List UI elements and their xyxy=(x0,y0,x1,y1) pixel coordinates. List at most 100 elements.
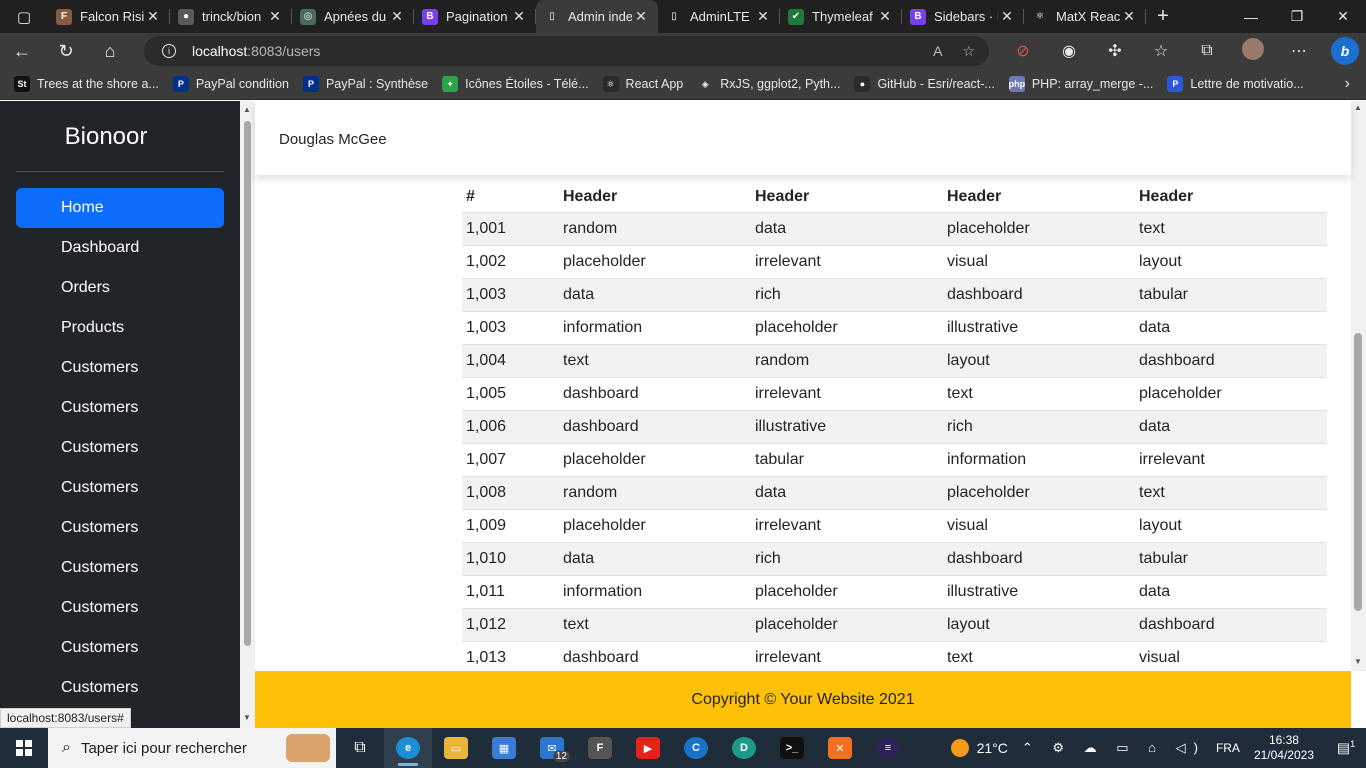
task-view-icon[interactable]: ⧉ xyxy=(336,728,384,768)
table-cell: 1,013 xyxy=(462,641,559,671)
browser-tab[interactable]: B Pagination ✕ xyxy=(414,0,536,33)
edge-taskbar-icon[interactable]: e xyxy=(384,728,432,768)
table-cell: dashboard xyxy=(559,377,751,411)
browser-tab[interactable]: ✔ Thymeleaf ✕ xyxy=(780,0,902,33)
tab-close-icon[interactable]: ✕ xyxy=(754,8,772,25)
tab-close-icon[interactable]: ✕ xyxy=(1120,8,1138,25)
read-aloud-icon[interactable]: A xyxy=(933,43,942,60)
table-cell: data xyxy=(559,278,751,312)
url-host: localhost xyxy=(192,43,248,59)
browser-tab[interactable]: ⚛ MatX Reac ✕ xyxy=(1024,0,1146,33)
bookmark-item[interactable]: ◈ RxJS, ggplot2, Pyth... xyxy=(697,76,840,92)
browser-tab[interactable]: B Sidebars · E✕ xyxy=(902,0,1024,33)
start-button[interactable] xyxy=(0,728,48,768)
page-scroll-up-icon[interactable]: ▲ xyxy=(1354,103,1362,112)
sidebar-item-dashboard[interactable]: Dashboard xyxy=(16,228,224,268)
bookmark-item[interactable]: P PayPal condition xyxy=(172,76,289,92)
favorites-icon[interactable]: ☆ xyxy=(1138,41,1184,61)
bookmark-label: PayPal : Synthèse xyxy=(325,77,429,91)
sidebar-scrollbar[interactable]: ▲ ▼ xyxy=(240,101,255,728)
browser-tab[interactable]: ◎ Apnées du ✕ xyxy=(292,0,414,33)
sidebar-item-customers[interactable]: Customers xyxy=(16,548,224,588)
table-cell: tabular xyxy=(1135,278,1327,312)
tab-close-icon[interactable]: ✕ xyxy=(998,8,1016,25)
add-favorite-icon[interactable]: ☆ xyxy=(962,43,975,60)
sidebar-item-customers[interactable]: Customers xyxy=(16,468,224,508)
app-f-icon[interactable]: F xyxy=(576,728,624,768)
xampp-icon[interactable]: ✕ xyxy=(816,728,864,768)
home-icon[interactable]: ⌂ xyxy=(88,33,132,69)
sidebar-item-orders[interactable]: Orders xyxy=(16,268,224,308)
clock[interactable]: 16:38 21/04/2023 xyxy=(1254,733,1314,763)
bookmarks-overflow-icon[interactable]: › xyxy=(1345,75,1350,93)
url-input[interactable]: i localhost:8083/users A ☆ xyxy=(144,36,989,66)
bookmark-item[interactable]: ⚛ React App xyxy=(602,76,683,92)
tab-close-icon[interactable]: ✕ xyxy=(388,8,406,25)
sidebar-item-customers[interactable]: Customers xyxy=(16,588,224,628)
sidebar-item-home[interactable]: Home xyxy=(16,188,224,228)
tab-label: Apnées du xyxy=(324,9,387,24)
scroll-up-icon[interactable]: ▲ xyxy=(243,105,251,114)
c-app-icon[interactable]: C xyxy=(672,728,720,768)
weather-widget[interactable]: 21°C xyxy=(950,739,1008,757)
bing-icon[interactable]: b xyxy=(1322,37,1366,65)
back-icon[interactable]: ← xyxy=(0,33,44,69)
page-scroll-down-icon[interactable]: ▼ xyxy=(1354,657,1362,666)
eclipse-icon[interactable]: ≡ xyxy=(864,728,912,768)
user-name[interactable]: Douglas McGee xyxy=(279,131,387,148)
reload-icon[interactable]: ↻ xyxy=(44,33,88,69)
d-app-icon[interactable]: D xyxy=(720,728,768,768)
restore-icon[interactable]: ❐ xyxy=(1274,0,1320,33)
terminal-icon[interactable]: >_ xyxy=(768,728,816,768)
notification-icon[interactable]: ▤1 xyxy=(1326,739,1366,757)
profile-avatar[interactable] xyxy=(1230,37,1276,65)
table-cell: text xyxy=(559,608,751,642)
language-indicator[interactable]: FRA xyxy=(1216,741,1240,755)
close-window-icon[interactable]: ✕ xyxy=(1320,0,1366,33)
sidebar-item-customers[interactable]: Customers xyxy=(16,628,224,668)
bookmark-item[interactable]: P PayPal : Synthèse xyxy=(302,76,429,92)
page-scroll-thumb[interactable] xyxy=(1354,333,1362,611)
browser-tab[interactable]: ▯ Admin inde ✕ xyxy=(536,0,658,33)
bookmark-label: PayPal condition xyxy=(195,77,289,91)
more-menu-icon[interactable]: ⋯ xyxy=(1276,41,1322,61)
tab-close-icon[interactable]: ✕ xyxy=(266,8,284,25)
tray-icons[interactable]: ⌃ ⚙ ☁ ▭ ⌂ ◁) xyxy=(1022,740,1206,756)
site-info-icon[interactable]: i xyxy=(162,44,176,58)
youtube-icon[interactable]: ▶ xyxy=(624,728,672,768)
file-explorer-icon[interactable]: ▭ xyxy=(432,728,480,768)
column-header: Header xyxy=(1135,183,1327,213)
bookmark-item[interactable]: ● GitHub - Esri/react-... xyxy=(854,76,995,92)
brand-title[interactable]: Bionoor xyxy=(0,123,212,151)
sidebar-item-customers[interactable]: Customers xyxy=(16,388,224,428)
taskbar-search[interactable]: ⌕ Taper ici pour rechercher xyxy=(48,728,336,768)
browser-tab[interactable]: ● trinck/bion ✕ xyxy=(170,0,292,33)
tab-actions-icon[interactable]: ▢ xyxy=(0,0,48,33)
page-scrollbar[interactable]: ▲ ▼ xyxy=(1351,101,1366,671)
new-tab-icon[interactable]: + xyxy=(1146,5,1180,28)
sidebar-item-products[interactable]: Products xyxy=(16,308,224,348)
extension-eye-icon[interactable]: ◉ xyxy=(1046,41,1092,61)
collections-icon[interactable]: ⧉ xyxy=(1184,42,1230,60)
blocked-icon[interactable]: ⊘ xyxy=(1000,41,1046,61)
scroll-down-icon[interactable]: ▼ xyxy=(243,713,251,722)
sidebar-item-customers[interactable]: Customers xyxy=(16,348,224,388)
sidebar-item-customers[interactable]: Customers xyxy=(16,508,224,548)
tab-close-icon[interactable]: ✕ xyxy=(510,8,528,25)
store-icon[interactable]: ▦ xyxy=(480,728,528,768)
tab-close-icon[interactable]: ✕ xyxy=(632,8,650,25)
tab-close-icon[interactable]: ✕ xyxy=(876,8,894,25)
sidebar-item-customers[interactable]: Customers xyxy=(16,668,224,708)
bookmark-item[interactable]: php PHP: array_merge -... xyxy=(1009,76,1153,92)
minimize-icon[interactable]: — xyxy=(1228,0,1274,33)
sidebar-item-customers[interactable]: Customers xyxy=(16,428,224,468)
tab-close-icon[interactable]: ✕ xyxy=(144,8,162,25)
sidebar-scroll-thumb[interactable] xyxy=(244,121,251,646)
bookmark-item[interactable]: St Trees at the shore a... xyxy=(14,76,159,92)
browser-tab[interactable]: ▯ AdminLTE ✕ xyxy=(658,0,780,33)
extensions-icon[interactable]: ✣ xyxy=(1092,41,1138,61)
mail-icon[interactable]: ✉ 12 xyxy=(528,728,576,768)
bookmark-item[interactable]: P Lettre de motivatio... xyxy=(1167,76,1304,92)
browser-tab[interactable]: F Falcon Risi ✕ xyxy=(48,0,170,33)
bookmark-item[interactable]: ✦ Icônes Étoiles - Télé... xyxy=(442,76,589,92)
